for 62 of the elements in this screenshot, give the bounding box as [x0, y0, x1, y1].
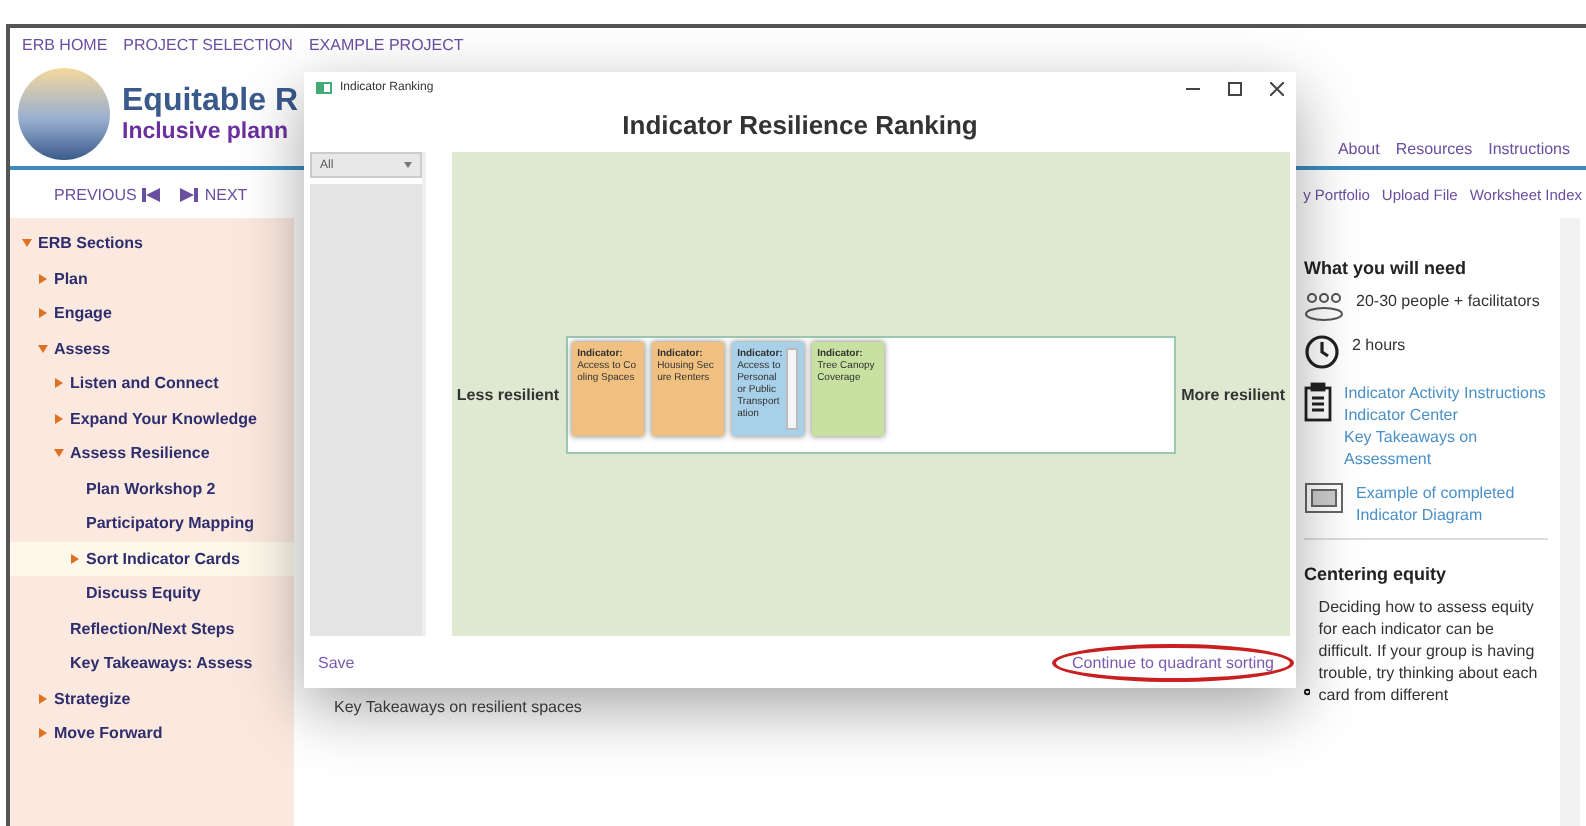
site-title: Equitable R: [122, 84, 299, 120]
clipboard-icon: [1304, 382, 1332, 422]
menu-link[interactable]: About: [1337, 140, 1380, 158]
tree-item[interactable]: ERB Sections: [10, 226, 294, 261]
tree-item[interactable]: Participatory Mapping: [10, 506, 294, 541]
tree-item[interactable]: Discuss Equity: [10, 576, 294, 611]
tree-item[interactable]: Key Takeaways: Assess: [10, 646, 294, 681]
resource-link[interactable]: Indicator Center: [1344, 404, 1548, 426]
caret-down-icon[interactable]: [22, 238, 32, 249]
app-icon: [316, 82, 332, 94]
caret-down-icon[interactable]: [38, 343, 48, 354]
next-link[interactable]: NEXT: [180, 185, 248, 203]
section-heading: Centering equity: [1304, 564, 1449, 584]
resource-link[interactable]: Indicator Activity Instructions: [1344, 382, 1548, 404]
caret-right-icon[interactable]: [38, 273, 48, 284]
list-text: Key Takeaways on resilient spaces: [334, 698, 582, 716]
axis-label: More resilient: [1181, 385, 1286, 403]
caret-right-icon[interactable]: [38, 308, 48, 319]
menu-link[interactable]: Instructions: [1488, 140, 1570, 158]
tree-item[interactable]: Plan: [10, 261, 294, 296]
save-link[interactable]: Save: [318, 653, 355, 671]
continue-link[interactable]: Continue to quadrant sorting: [1052, 643, 1294, 681]
tree-item[interactable]: Strategize: [10, 681, 294, 716]
clock-icon: [1304, 334, 1340, 370]
scrollbar[interactable]: [785, 347, 798, 429]
tree-item[interactable]: Assess: [10, 331, 294, 366]
nav-link[interactable]: ERB HOME: [22, 36, 108, 54]
tree-item[interactable]: Assess Resilience: [10, 436, 294, 471]
maximize-icon[interactable]: [1228, 81, 1242, 95]
tree-item[interactable]: Expand Your Knowledge: [10, 401, 294, 436]
tree-item[interactable]: Move Forward: [10, 716, 294, 751]
previous-link[interactable]: PREVIOUS: [54, 185, 161, 203]
logo-picture: [18, 68, 110, 160]
need-text: 2 hours: [1352, 334, 1406, 356]
section-heading: What you will need: [1304, 258, 1469, 278]
caret-down-icon: [404, 162, 412, 168]
menu-link[interactable]: Resources: [1395, 140, 1473, 158]
tree-item[interactable]: Engage: [10, 296, 294, 331]
image-icon: [1304, 482, 1344, 514]
equity-paragraph: Deciding how to assess equity for each indicator can be difficult. If your group is having trouble, try thinking about each card from different: [1318, 596, 1540, 706]
caret-right-icon[interactable]: [70, 553, 80, 564]
tree-item[interactable]: Reflection/Next Steps: [10, 611, 294, 646]
site-subtitle: Inclusive plann: [122, 120, 291, 144]
caret-right-icon[interactable]: [54, 378, 64, 389]
need-text: 20-30 people + facilitators: [1356, 290, 1540, 312]
nav-link[interactable]: PROJECT SELECTION: [123, 36, 293, 54]
skip-back-icon: [142, 187, 161, 201]
resource-link[interactable]: Key Takeaways on Assessment: [1344, 426, 1548, 470]
tree-item[interactable]: Listen and Connect: [10, 366, 294, 401]
caret-right-icon[interactable]: [38, 693, 48, 704]
caret-right-icon[interactable]: [38, 728, 48, 739]
close-icon[interactable]: [1270, 81, 1284, 95]
nav-link[interactable]: EXAMPLE PROJECT: [308, 36, 464, 54]
tree-item[interactable]: Plan Workshop 2: [10, 471, 294, 506]
caret-down-icon[interactable]: [54, 448, 64, 459]
axis-label: Less resilient: [456, 385, 560, 403]
caret-right-icon[interactable]: [54, 413, 64, 424]
dialog-heading: Indicator Resilience Ranking: [620, 110, 980, 140]
tree-item[interactable]: Sort Indicator Cards: [10, 541, 294, 576]
skip-forward-icon: [180, 187, 199, 201]
resource-link[interactable]: Example of completed Indicator Diagram: [1356, 482, 1548, 526]
people-icon: [1304, 290, 1344, 322]
